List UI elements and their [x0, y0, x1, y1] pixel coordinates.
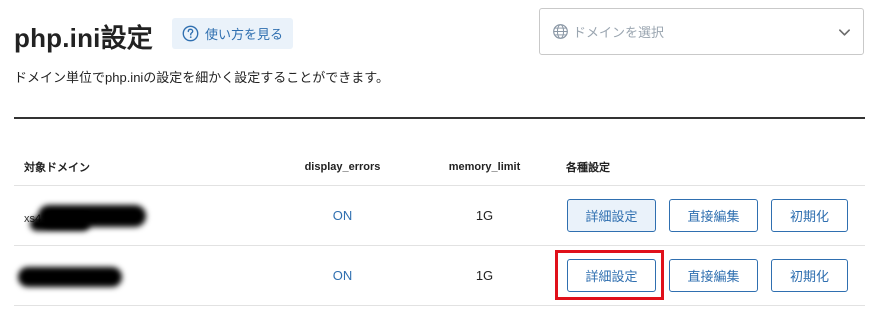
initialize-button[interactable]: 初期化: [771, 199, 848, 232]
initialize-button[interactable]: 初期化: [771, 259, 848, 292]
detail-settings-button[interactable]: 詳細設定: [567, 199, 656, 232]
help-button-label: 使い方を見る: [204, 27, 283, 42]
direct-edit-button[interactable]: 直接編集: [669, 259, 758, 292]
column-header-domain: 対象ドメイン: [24, 161, 90, 174]
section-divider: [14, 117, 865, 119]
php-ini-table: 対象ドメイン display_errors memory_limit 各種設定 …: [14, 148, 865, 306]
table-header: 対象ドメイン display_errors memory_limit 各種設定: [14, 148, 865, 186]
display-errors-value: ON: [332, 268, 353, 283]
redacted-domain: [18, 261, 273, 291]
domain-select[interactable]: ドメインを選択: [539, 8, 864, 55]
chevron-down-icon: [839, 29, 850, 36]
memory-limit-value: 1G: [475, 208, 494, 223]
settings-actions: 詳細設定 直接編集 初期化: [557, 199, 865, 232]
column-header-settings: 各種設定: [566, 161, 610, 174]
detail-settings-button[interactable]: 詳細設定: [567, 259, 656, 292]
column-header-display-errors: display_errors: [304, 160, 381, 173]
memory-limit-value: 1G: [475, 268, 494, 283]
redacted-domain: xs4: [24, 201, 273, 231]
table-row: xs4 ON 1G 詳細設定 直接編集 初期化: [14, 186, 865, 246]
table-row: ON 1G 詳細設定 直接編集 初期化: [14, 246, 865, 306]
domain-cell: [14, 261, 273, 291]
page-description: ドメイン単位でphp.iniの設定を細かく設定することができます。: [14, 70, 390, 85]
globe-icon: [553, 24, 568, 39]
settings-actions: 詳細設定 直接編集 初期化: [557, 259, 865, 292]
domain-select-placeholder: ドメインを選択: [573, 25, 665, 40]
column-header-memory-limit: memory_limit: [448, 160, 521, 173]
question-circle-icon: [182, 25, 199, 42]
direct-edit-button[interactable]: 直接編集: [669, 199, 758, 232]
help-button[interactable]: 使い方を見る: [172, 18, 293, 49]
display-errors-value: ON: [332, 208, 353, 223]
domain-cell: xs4: [14, 201, 273, 231]
page-title: php.ini設定: [14, 23, 153, 53]
